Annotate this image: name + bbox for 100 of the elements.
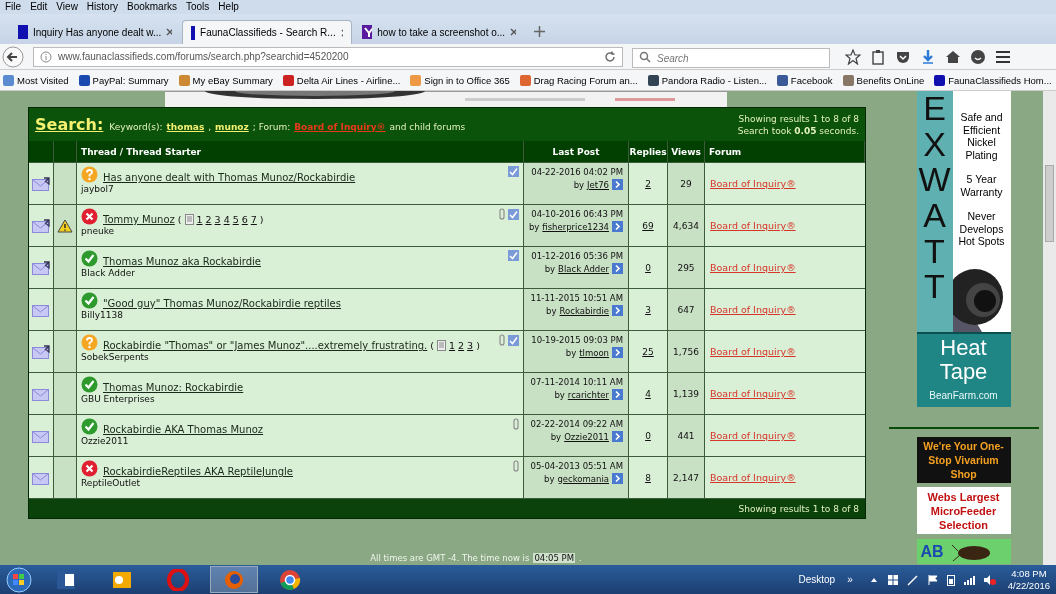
chat-icon[interactable] (970, 48, 986, 65)
bookmark-item[interactable]: Benefits OnLine (842, 74, 925, 86)
page-link[interactable]: 6 (241, 214, 248, 225)
go-to-post-icon[interactable] (612, 431, 623, 442)
page-link[interactable]: 3 (214, 214, 221, 225)
bookmark-item[interactable]: Facebook (776, 74, 833, 86)
go-to-post-icon[interactable] (612, 473, 623, 484)
menu-icon[interactable] (995, 48, 1011, 65)
browser-tab[interactable]: Inquiry Has anyone dealt w... (10, 20, 180, 44)
go-to-post-icon[interactable] (612, 347, 623, 358)
thread-title-link[interactable]: Rockabirdie AKA Thomas Munoz (103, 424, 264, 435)
replies-link[interactable]: 3 (645, 304, 651, 315)
flag-icon[interactable] (926, 573, 939, 586)
replies-link[interactable]: 2 (645, 178, 651, 189)
page-link[interactable]: 2 (205, 214, 212, 225)
firefox-taskbar-icon[interactable] (210, 566, 258, 593)
clipboard-icon[interactable] (870, 48, 886, 65)
thread-title-link[interactable]: "Good guy" Thomas Munoz/Rockabirdie reptiles (103, 298, 341, 309)
signal-icon[interactable] (962, 573, 975, 586)
clock-time[interactable]: 4:08 PM (1011, 567, 1047, 580)
go-to-post-icon[interactable] (612, 221, 623, 232)
menu-item[interactable]: Edit (30, 0, 48, 14)
forum-link[interactable]: Board of Inquiry® (710, 430, 796, 441)
menu-item[interactable]: View (56, 0, 78, 14)
forum-link[interactable]: Board of Inquiry® (710, 472, 796, 483)
browser-tab[interactable]: how to take a screenshot o... (354, 20, 524, 44)
page-link[interactable]: 1 (196, 214, 203, 225)
page-link[interactable]: 2 (458, 340, 465, 351)
address-bar[interactable]: www.faunaclassifieds.com/forums/search.php?searchid=4520200 (33, 46, 623, 67)
clock-date[interactable]: 4/22/2016 (1007, 579, 1050, 592)
pages-icon (437, 340, 446, 351)
page-link[interactable]: 5 (232, 214, 239, 225)
page-link[interactable]: 1 (449, 340, 456, 351)
bookmark-item[interactable]: Drag Racing Forum an... (519, 74, 638, 86)
user-link[interactable]: tlmoon (579, 347, 609, 358)
thread-title-link[interactable]: Rockabirdie "Thomas" or "James Munoz"....extremely frustrating. (103, 340, 428, 351)
replies-link[interactable]: 69 (642, 220, 654, 231)
replies-link[interactable]: 4 (645, 388, 651, 399)
keyword-link[interactable]: munoz (215, 122, 249, 132)
thread-title-link[interactable]: RockabirdieReptiles AKA ReptileJungle (103, 466, 293, 477)
go-to-post-icon[interactable] (612, 305, 623, 316)
bookmark-item[interactable]: My eBay Summary (178, 74, 273, 86)
forum-link[interactable]: Board of Inquiry® (710, 262, 796, 273)
go-to-post-icon[interactable] (612, 389, 623, 400)
browser-tab[interactable]: FaunaClassifieds - Search R... (182, 20, 352, 44)
start-button[interactable] (4, 565, 34, 594)
battery-icon[interactable] (946, 573, 955, 586)
menu-item[interactable]: Bookmarks (127, 0, 177, 14)
back-icon[interactable] (2, 45, 24, 68)
user-link[interactable]: rcarichter (567, 389, 609, 400)
user-link[interactable]: Black Adder (558, 263, 609, 274)
reload-icon[interactable] (604, 50, 616, 63)
forum-link[interactable]: Board of Inquiry® (710, 220, 796, 231)
menu-item[interactable]: Help (218, 0, 239, 14)
user-link[interactable]: geckomania (557, 473, 609, 484)
replies-link[interactable]: 8 (645, 472, 651, 483)
toolbar-chevron[interactable]: » (847, 574, 853, 585)
thread-title-link[interactable]: Tommy Munoz (103, 214, 175, 225)
microfeeder-ad[interactable]: Webs Largest MicroFeeder Selection (916, 487, 1011, 534)
menu-item[interactable]: File (5, 0, 22, 14)
desktop-label[interactable]: Desktop (798, 574, 836, 585)
user-link[interactable]: Ozzie2011 (564, 431, 609, 442)
replies-link[interactable]: 0 (645, 430, 651, 441)
star-icon[interactable] (845, 48, 861, 65)
new-tab-icon[interactable] (534, 25, 545, 37)
muted-speaker-icon[interactable] (982, 573, 996, 586)
page-link[interactable]: 7 (250, 214, 257, 225)
page-link[interactable]: 4 (223, 214, 230, 225)
bookmark-item[interactable]: PayPal: Summary (78, 74, 169, 86)
page-link[interactable]: 3 (467, 340, 474, 351)
user-link[interactable]: Rockabirdie (559, 305, 609, 316)
thread-title-link[interactable]: Thomas Munoz: Rockabirdie (103, 382, 244, 393)
keyword-link[interactable]: thomas (166, 122, 205, 132)
go-to-post-icon[interactable] (612, 179, 623, 190)
windows-icon[interactable] (886, 573, 899, 586)
pen-icon[interactable] (906, 573, 919, 586)
bookmark-item[interactable]: Pandora Radio - Listen... (647, 74, 767, 86)
user-link[interactable]: fisherprice1234 (542, 221, 609, 232)
replies-link[interactable]: 25 (642, 346, 654, 357)
thread-title-link[interactable]: Has anyone dealt with Thomas Munoz/Rockabirdie (103, 172, 356, 183)
go-to-post-icon[interactable] (612, 263, 623, 274)
bookmark-item[interactable]: Delta Air Lines - Airline... (282, 74, 401, 86)
forum-link[interactable]: Board of Inquiry® (710, 346, 796, 357)
replies-link[interactable]: 0 (645, 262, 651, 273)
forum-link[interactable]: Board of Inquiry® (710, 304, 796, 315)
bookmark-item[interactable]: FaunaClassifieds Hom... (934, 74, 1052, 86)
home-icon[interactable] (945, 48, 961, 65)
bookmark-item[interactable]: Sign in to Office 365 (410, 74, 510, 86)
roach-ad[interactable]: AB (916, 539, 1011, 564)
forum-link[interactable]: Board of Inquiry® (710, 178, 796, 189)
thread-title-link[interactable]: Thomas Munoz aka Rockabirdie (103, 256, 261, 267)
menu-item[interactable]: Tools (186, 0, 210, 14)
menu-item[interactable]: History (86, 0, 118, 14)
forum-link[interactable]: Board of Inquiry® (710, 388, 796, 399)
user-link[interactable]: Jet76 (587, 179, 609, 190)
vivarium-ad[interactable]: We're Your One-Stop Vivarium Shop (916, 437, 1011, 483)
scrollbar[interactable] (1043, 91, 1056, 565)
download-icon[interactable] (920, 48, 936, 65)
search-field[interactable]: Search (632, 48, 830, 68)
bookmark-item[interactable]: Most Visited (3, 74, 69, 86)
